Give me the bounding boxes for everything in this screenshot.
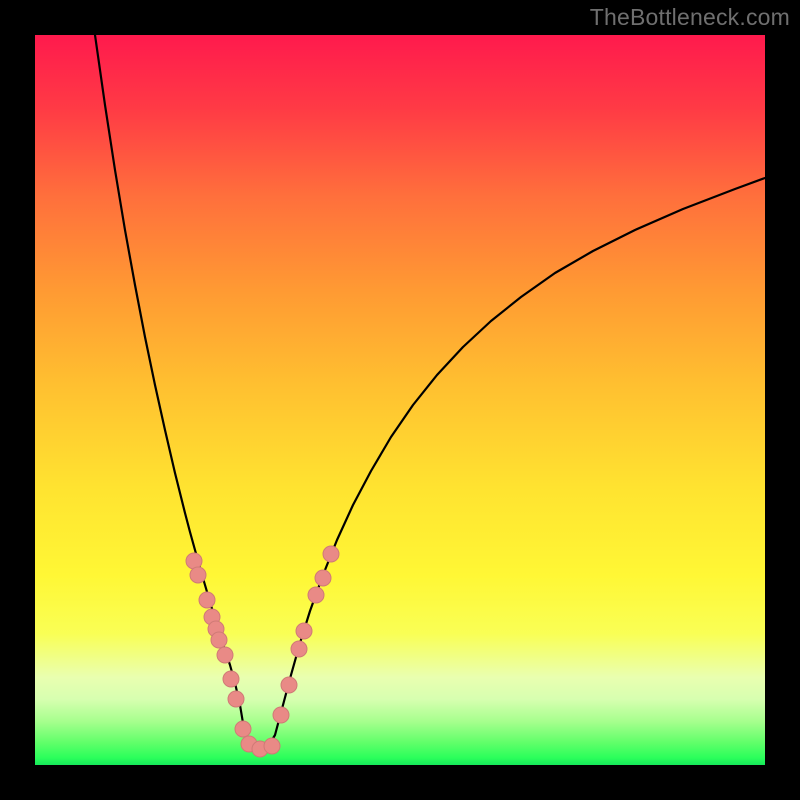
data-dots [186,546,339,757]
watermark-text: TheBottleneck.com [590,4,790,31]
data-dot [315,570,331,586]
data-dot [223,671,239,687]
data-dot [228,691,244,707]
data-dot [217,647,233,663]
data-dot [235,721,251,737]
data-dot [273,707,289,723]
data-dot [281,677,297,693]
bottleneck-curve [95,35,765,749]
plot-area [35,35,765,765]
data-dot [199,592,215,608]
chart-svg [35,35,765,765]
data-dot [190,567,206,583]
data-dot [186,553,202,569]
data-dot [211,632,227,648]
data-dot [323,546,339,562]
data-dot [264,738,280,754]
data-dot [291,641,307,657]
data-dot [296,623,312,639]
data-dot [308,587,324,603]
